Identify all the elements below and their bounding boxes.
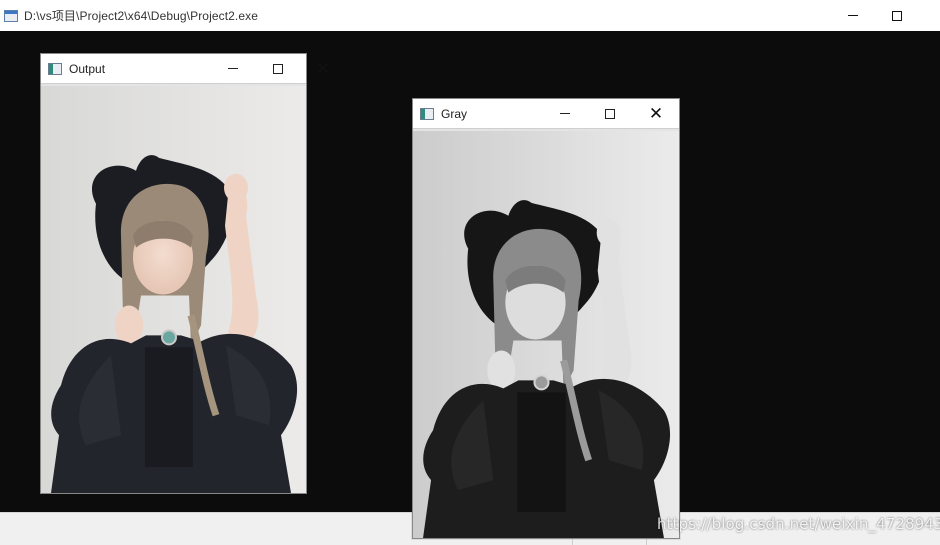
output-image[interactable] [41, 86, 306, 493]
output-minimize-button[interactable] [211, 54, 255, 83]
maximize-icon [605, 108, 615, 119]
minimize-icon [228, 68, 238, 69]
maximize-icon [273, 63, 283, 74]
gray-minimize-button[interactable] [543, 99, 587, 128]
gray-image[interactable] [413, 131, 679, 538]
close-icon: ✕ [315, 59, 331, 78]
grayscale-portrait-photo [413, 131, 679, 538]
output-window[interactable]: Output ✕ [40, 53, 330, 494]
minimize-icon [848, 15, 858, 16]
gray-close-button[interactable]: ✕ [634, 99, 678, 128]
portrait-photo [41, 86, 306, 493]
gray-maximize-button[interactable] [588, 99, 632, 128]
console-titlebar[interactable]: D:\vs项目\Project2\x64\Debug\Project2.exe [0, 0, 940, 31]
output-close-button[interactable]: ✕ [301, 54, 345, 83]
console-app-icon [4, 9, 18, 22]
gray-window[interactable]: Gray ✕ [412, 98, 680, 539]
maximize-icon [892, 10, 902, 21]
console-title: D:\vs项目\Project2\x64\Debug\Project2.exe [24, 9, 259, 23]
opencv-window-icon [48, 62, 62, 75]
output-maximize-button[interactable] [256, 54, 300, 83]
opencv-window-icon [420, 107, 434, 120]
output-titlebar[interactable]: Output ✕ [41, 54, 330, 83]
watermark-text: https://blog.csdn.net/weixin_47289438 [657, 515, 940, 533]
console-minimize-button[interactable] [830, 0, 876, 31]
console-maximize-button[interactable] [874, 0, 920, 31]
output-title: Output [69, 61, 106, 76]
gray-titlebar[interactable]: Gray ✕ [413, 99, 679, 128]
minimize-icon [560, 113, 570, 114]
close-icon: ✕ [648, 104, 664, 123]
gray-title: Gray [441, 106, 468, 121]
